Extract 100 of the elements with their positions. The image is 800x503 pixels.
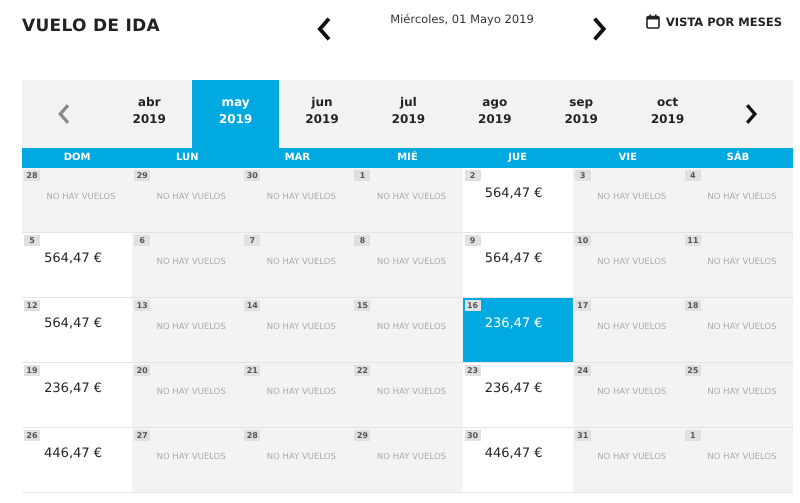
day-cell[interactable]: 28 NO HAY VUELOS [22, 168, 132, 233]
day-number: 28 [244, 430, 260, 441]
day-cell[interactable]: 26 446,47 € [22, 428, 132, 493]
no-flights-label: NO HAY VUELOS [46, 192, 116, 202]
month-tab[interactable]: jul 2019 [365, 80, 452, 148]
day-number: 22 [354, 365, 370, 376]
day-cell[interactable]: 24 NO HAY VUELOS [572, 363, 683, 428]
day-number: 3 [574, 170, 591, 181]
day-cell[interactable]: 25 NO HAY VUELOS [682, 363, 793, 428]
day-cell[interactable]: 31 NO HAY VUELOS [572, 428, 683, 493]
calendar-icon [646, 14, 660, 29]
day-cell[interactable]: 3 NO HAY VUELOS [572, 168, 683, 233]
day-cell[interactable]: 29 NO HAY VUELOS [352, 428, 463, 493]
day-number: 29 [134, 170, 150, 181]
day-cell[interactable]: 22 NO HAY VUELOS [352, 363, 463, 428]
day-number: 27 [134, 430, 150, 441]
price: 446,47 € [44, 446, 102, 461]
no-flights-label: NO HAY VUELOS [376, 387, 446, 397]
day-number: 19 [24, 365, 40, 376]
day-number: 30 [244, 170, 260, 181]
no-flights-label: NO HAY VUELOS [266, 257, 336, 267]
day-cell[interactable]: 16 236,47 € [462, 298, 573, 363]
day-cell[interactable]: 14 NO HAY VUELOS [242, 298, 352, 363]
day-cell[interactable]: 4 NO HAY VUELOS [682, 168, 793, 233]
no-flights-label: NO HAY VUELOS [266, 192, 336, 202]
day-cell[interactable]: 18 NO HAY VUELOS [682, 298, 793, 363]
day-cell[interactable]: 29 NO HAY VUELOS [132, 168, 242, 233]
day-number: 9 [464, 235, 481, 246]
no-flights-label: NO HAY VUELOS [597, 322, 666, 332]
day-number: 14 [244, 300, 260, 311]
day-number: 28 [24, 170, 40, 181]
day-cell[interactable]: 13 NO HAY VUELOS [132, 298, 242, 363]
day-number: 13 [134, 300, 150, 311]
month-tab[interactable]: sep 2019 [538, 80, 624, 148]
day-cell[interactable]: 5 564,47 € [22, 233, 132, 298]
no-flights-label: NO HAY VUELOS [597, 257, 666, 267]
no-flights-label: NO HAY VUELOS [376, 322, 446, 332]
no-flights-label: NO HAY VUELOS [597, 387, 666, 397]
day-number: 15 [354, 300, 370, 311]
day-cell[interactable]: 27 NO HAY VUELOS [132, 428, 242, 493]
day-cell[interactable]: 30 NO HAY VUELOS [242, 168, 352, 233]
no-flights-label: NO HAY VUELOS [266, 452, 336, 462]
no-flights-label: NO HAY VUELOS [597, 192, 666, 202]
day-number: 2 [464, 170, 481, 181]
no-flights-label: NO HAY VUELOS [156, 387, 226, 397]
day-number: 18 [684, 300, 701, 311]
weekday-header: MIÉ [352, 148, 463, 168]
day-cell[interactable]: 1 NO HAY VUELOS [682, 428, 793, 493]
no-flights-label: NO HAY VUELOS [707, 452, 776, 462]
day-cell[interactable]: 17 NO HAY VUELOS [572, 298, 683, 363]
day-cell[interactable]: 20 NO HAY VUELOS [132, 363, 242, 428]
day-number: 4 [684, 170, 701, 181]
no-flights-label: NO HAY VUELOS [156, 192, 226, 202]
day-cell[interactable]: 15 NO HAY VUELOS [352, 298, 463, 363]
no-flights-label: NO HAY VUELOS [707, 322, 776, 332]
day-number: 23 [464, 365, 481, 376]
day-cell[interactable]: 11 NO HAY VUELOS [682, 233, 793, 298]
day-cell[interactable]: 8 NO HAY VUELOS [352, 233, 463, 298]
price: 236,47 € [484, 381, 543, 396]
no-flights-label: NO HAY VUELOS [156, 257, 226, 267]
price: 236,47 € [484, 316, 543, 331]
no-flights-label: NO HAY VUELOS [707, 387, 776, 397]
no-flights-label: NO HAY VUELOS [597, 452, 666, 462]
day-number: 1 [684, 430, 701, 441]
month-tab[interactable]: abr 2019 [106, 80, 192, 148]
day-number: 12 [24, 300, 40, 311]
day-number: 31 [574, 430, 591, 441]
day-number: 24 [574, 365, 591, 376]
month-view-button[interactable]: VISTA POR MESES [646, 14, 782, 29]
day-number: 10 [574, 235, 591, 246]
price: 564,47 € [484, 186, 543, 201]
day-cell[interactable]: 6 NO HAY VUELOS [132, 233, 242, 298]
day-cell[interactable]: 1 NO HAY VUELOS [352, 168, 463, 233]
no-flights-label: NO HAY VUELOS [266, 387, 336, 397]
weekday-header: MAR [242, 148, 352, 168]
day-cell[interactable]: 21 NO HAY VUELOS [242, 363, 352, 428]
day-cell[interactable]: 7 NO HAY VUELOS [242, 233, 352, 298]
day-cell[interactable]: 30 446,47 € [462, 428, 573, 493]
month-tab[interactable]: jun 2019 [278, 80, 366, 148]
day-cell[interactable]: 2 564,47 € [462, 168, 573, 233]
day-cell[interactable]: 12 564,47 € [22, 298, 132, 363]
day-number: 29 [354, 430, 370, 441]
month-tab[interactable]: oct 2019 [624, 80, 711, 148]
day-number: 1 [354, 170, 370, 181]
day-cell[interactable]: 9 564,47 € [462, 233, 573, 298]
day-number: 16 [464, 300, 481, 311]
day-cell[interactable]: 10 NO HAY VUELOS [572, 233, 683, 298]
day-number: 20 [134, 365, 150, 376]
price: 564,47 € [44, 251, 102, 266]
day-cell[interactable]: 19 236,47 € [22, 363, 132, 428]
day-number: 7 [244, 235, 260, 246]
day-number: 8 [354, 235, 370, 246]
no-flights-label: NO HAY VUELOS [376, 192, 446, 202]
weekday-header: VIE [572, 148, 683, 168]
selected-date: Miércoles, 01 Mayo 2019 [390, 12, 534, 26]
day-number: 26 [24, 430, 40, 441]
day-cell[interactable]: 28 NO HAY VUELOS [242, 428, 352, 493]
day-cell[interactable]: 23 236,47 € [462, 363, 573, 428]
month-tab[interactable]: ago 2019 [452, 80, 538, 148]
weekday-header: JUE [462, 148, 573, 168]
